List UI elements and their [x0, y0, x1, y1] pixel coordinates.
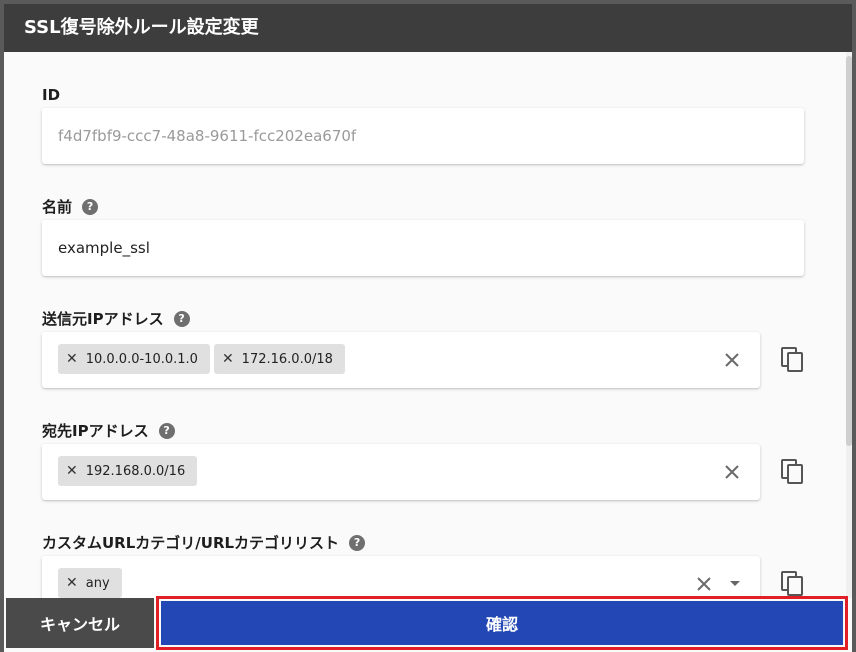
clear-icon[interactable]	[692, 572, 716, 596]
confirm-button-highlight: 確認	[156, 596, 848, 650]
chip-label: 172.16.0.0/18	[241, 351, 333, 367]
id-field-group: ID f4d7fbf9-ccc7-48a8-9611-fcc202ea670f	[42, 84, 804, 164]
name-input[interactable]: example_ssl	[42, 220, 804, 276]
ssl-exclusion-rule-dialog: SSL復号除外ルール設定変更 ID f4d7fbf9-ccc7-48a8-961…	[4, 4, 852, 652]
destination-ip-help-icon[interactable]: ?	[158, 423, 175, 439]
source-ip-field-group: 送信元IPアドレス ? ✕ 10.0.0.0-10.0.1.0 ✕ 172.16…	[42, 308, 803, 388]
destination-ip-label: 宛先IPアドレス	[42, 422, 149, 440]
destination-ip-field-group: 宛先IPアドレス ? ✕ 192.168.0.0/16	[42, 420, 803, 500]
url-category-field-group: カスタムURLカテゴリ/URLカテゴリリスト ? ✕ any	[42, 532, 803, 600]
id-value: f4d7fbf9-ccc7-48a8-9611-fcc202ea670f	[58, 127, 357, 145]
url-category-label: カスタムURLカテゴリ/URLカテゴリリスト	[42, 534, 340, 552]
cancel-button[interactable]: キャンセル	[6, 598, 154, 648]
source-ip-help-icon[interactable]: ?	[173, 311, 190, 327]
clear-icon[interactable]	[720, 460, 744, 484]
chip-remove-icon[interactable]: ✕	[222, 351, 234, 367]
name-help-icon[interactable]: ?	[82, 199, 99, 215]
chip-label: 192.168.0.0/16	[85, 463, 186, 479]
clear-icon[interactable]	[720, 348, 744, 372]
chip-label: 10.0.0.0-10.0.1.0	[85, 351, 198, 367]
source-ip-chip: ✕ 10.0.0.0-10.0.1.0	[58, 344, 210, 374]
name-value: example_ssl	[58, 239, 150, 257]
source-ip-input[interactable]: ✕ 10.0.0.0-10.0.1.0 ✕ 172.16.0.0/18	[42, 332, 760, 388]
url-category-chip: ✕ any	[58, 568, 122, 598]
id-label: ID	[42, 86, 61, 104]
copy-icon[interactable]	[780, 458, 806, 486]
copy-icon[interactable]	[780, 570, 806, 598]
name-field-group: 名前 ? example_ssl	[42, 196, 804, 276]
destination-ip-chip: ✕ 192.168.0.0/16	[58, 456, 198, 486]
name-label: 名前	[42, 198, 73, 216]
url-category-help-icon[interactable]: ?	[349, 535, 366, 551]
source-ip-chip: ✕ 172.16.0.0/18	[213, 344, 345, 374]
chip-remove-icon[interactable]: ✕	[66, 463, 78, 479]
dropdown-arrow-icon[interactable]	[730, 581, 740, 586]
source-ip-label: 送信元IPアドレス	[42, 310, 164, 328]
scrollbar-thumb[interactable]	[846, 56, 852, 446]
dialog-footer: キャンセル 確認	[4, 596, 852, 652]
id-field: f4d7fbf9-ccc7-48a8-9611-fcc202ea670f	[42, 108, 804, 164]
form-scroll-area[interactable]: ID f4d7fbf9-ccc7-48a8-9611-fcc202ea670f …	[4, 52, 852, 600]
chip-remove-icon[interactable]: ✕	[66, 351, 78, 367]
copy-icon[interactable]	[780, 346, 806, 374]
confirm-button[interactable]: 確認	[161, 601, 843, 645]
url-category-select[interactable]: ✕ any	[42, 556, 760, 600]
chip-label: any	[85, 575, 110, 591]
destination-ip-input[interactable]: ✕ 192.168.0.0/16	[42, 444, 760, 500]
dialog-title: SSL復号除外ルール設定変更	[4, 4, 852, 52]
chip-remove-icon[interactable]: ✕	[66, 575, 78, 591]
